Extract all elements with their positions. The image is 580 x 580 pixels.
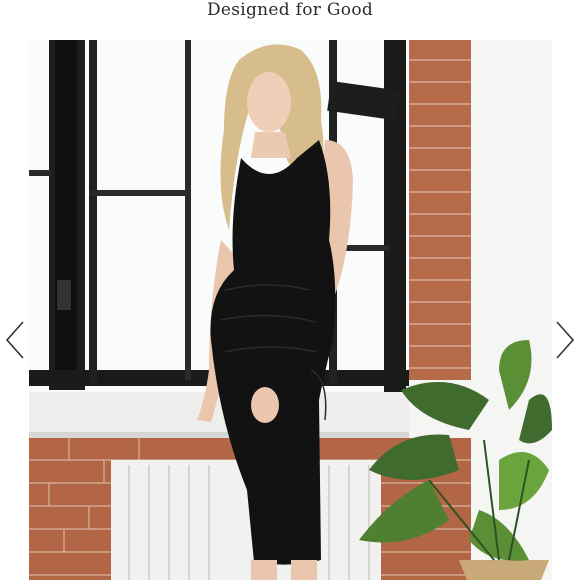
product-photo [29, 40, 552, 580]
photo-scene [29, 40, 552, 580]
next-slide-button[interactable] [553, 320, 577, 360]
chevron-right-icon [556, 321, 575, 359]
image-carousel[interactable] [0, 40, 580, 580]
page-title: Designed for Good [206, 0, 374, 20]
previous-slide-button[interactable] [3, 320, 27, 360]
chevron-left-icon [5, 321, 24, 359]
